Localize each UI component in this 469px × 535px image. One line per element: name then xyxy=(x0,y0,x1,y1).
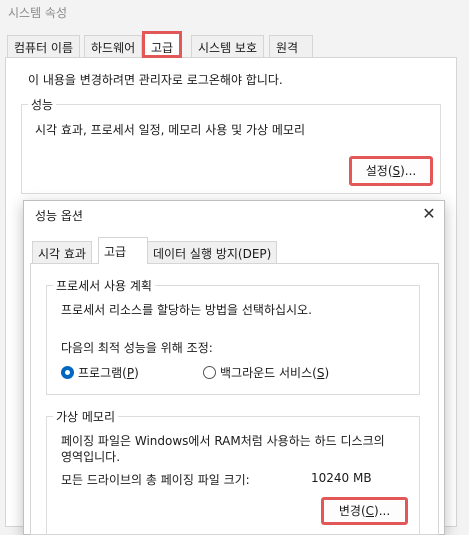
radio-background-services[interactable] xyxy=(203,366,216,379)
total-paging-size-label: 모든 드라이브의 총 페이징 파일 크기: xyxy=(61,473,250,487)
performance-group-label: 성능 xyxy=(28,96,57,113)
performance-description: 시각 효과, 프로세서 일정, 메모리 사용 및 가상 메모리 xyxy=(35,123,305,137)
radio-programs[interactable] xyxy=(61,366,74,379)
virtual-memory-label: 가상 메모리 xyxy=(53,408,119,425)
processor-description: 프로세서 리소스를 할당하는 방법을 선택하십시오. xyxy=(61,303,312,317)
close-icon[interactable]: ✕ xyxy=(418,203,440,225)
tab-visual-effects[interactable]: 시각 효과 xyxy=(32,241,92,263)
tab-advanced[interactable]: 고급 xyxy=(142,31,183,58)
tab-system-protection[interactable]: 시스템 보호 xyxy=(191,35,265,57)
radio-background-services-label[interactable]: 백그라운드 서비스(S) xyxy=(220,364,329,381)
virtual-memory-description-line1: 페이징 파일은 Windows에서 RAM처럼 사용하는 하드 디스크의 xyxy=(61,434,385,448)
performance-settings-button[interactable]: 설정(S)... xyxy=(349,156,433,186)
window-title: 시스템 속성 xyxy=(8,6,68,20)
tab-dialog-advanced[interactable]: 고급 xyxy=(98,237,148,264)
tab-hardware[interactable]: 하드웨어 xyxy=(84,35,143,57)
adjust-for-label: 다음의 최적 성능을 위해 조정: xyxy=(61,341,213,355)
change-virtual-memory-button[interactable]: 변경(C)... xyxy=(321,497,408,525)
processor-scheduling-label: 프로세서 사용 계획 xyxy=(53,277,155,294)
tab-remote[interactable]: 원격 xyxy=(269,35,313,57)
dialog-title: 성능 옵션 xyxy=(35,209,83,223)
virtual-memory-description-line2: 영역입니다. xyxy=(61,450,121,464)
tab-computer-name[interactable]: 컴퓨터 이름 xyxy=(7,35,81,57)
total-paging-size-value: 10240 MB xyxy=(311,471,372,485)
tab-dep[interactable]: 데이터 실행 방지(DEP) xyxy=(147,241,278,263)
admin-notice: 이 내용을 변경하려면 관리자로 로그온해야 합니다. xyxy=(28,73,283,87)
radio-programs-label[interactable]: 프로그램(P) xyxy=(78,364,139,381)
